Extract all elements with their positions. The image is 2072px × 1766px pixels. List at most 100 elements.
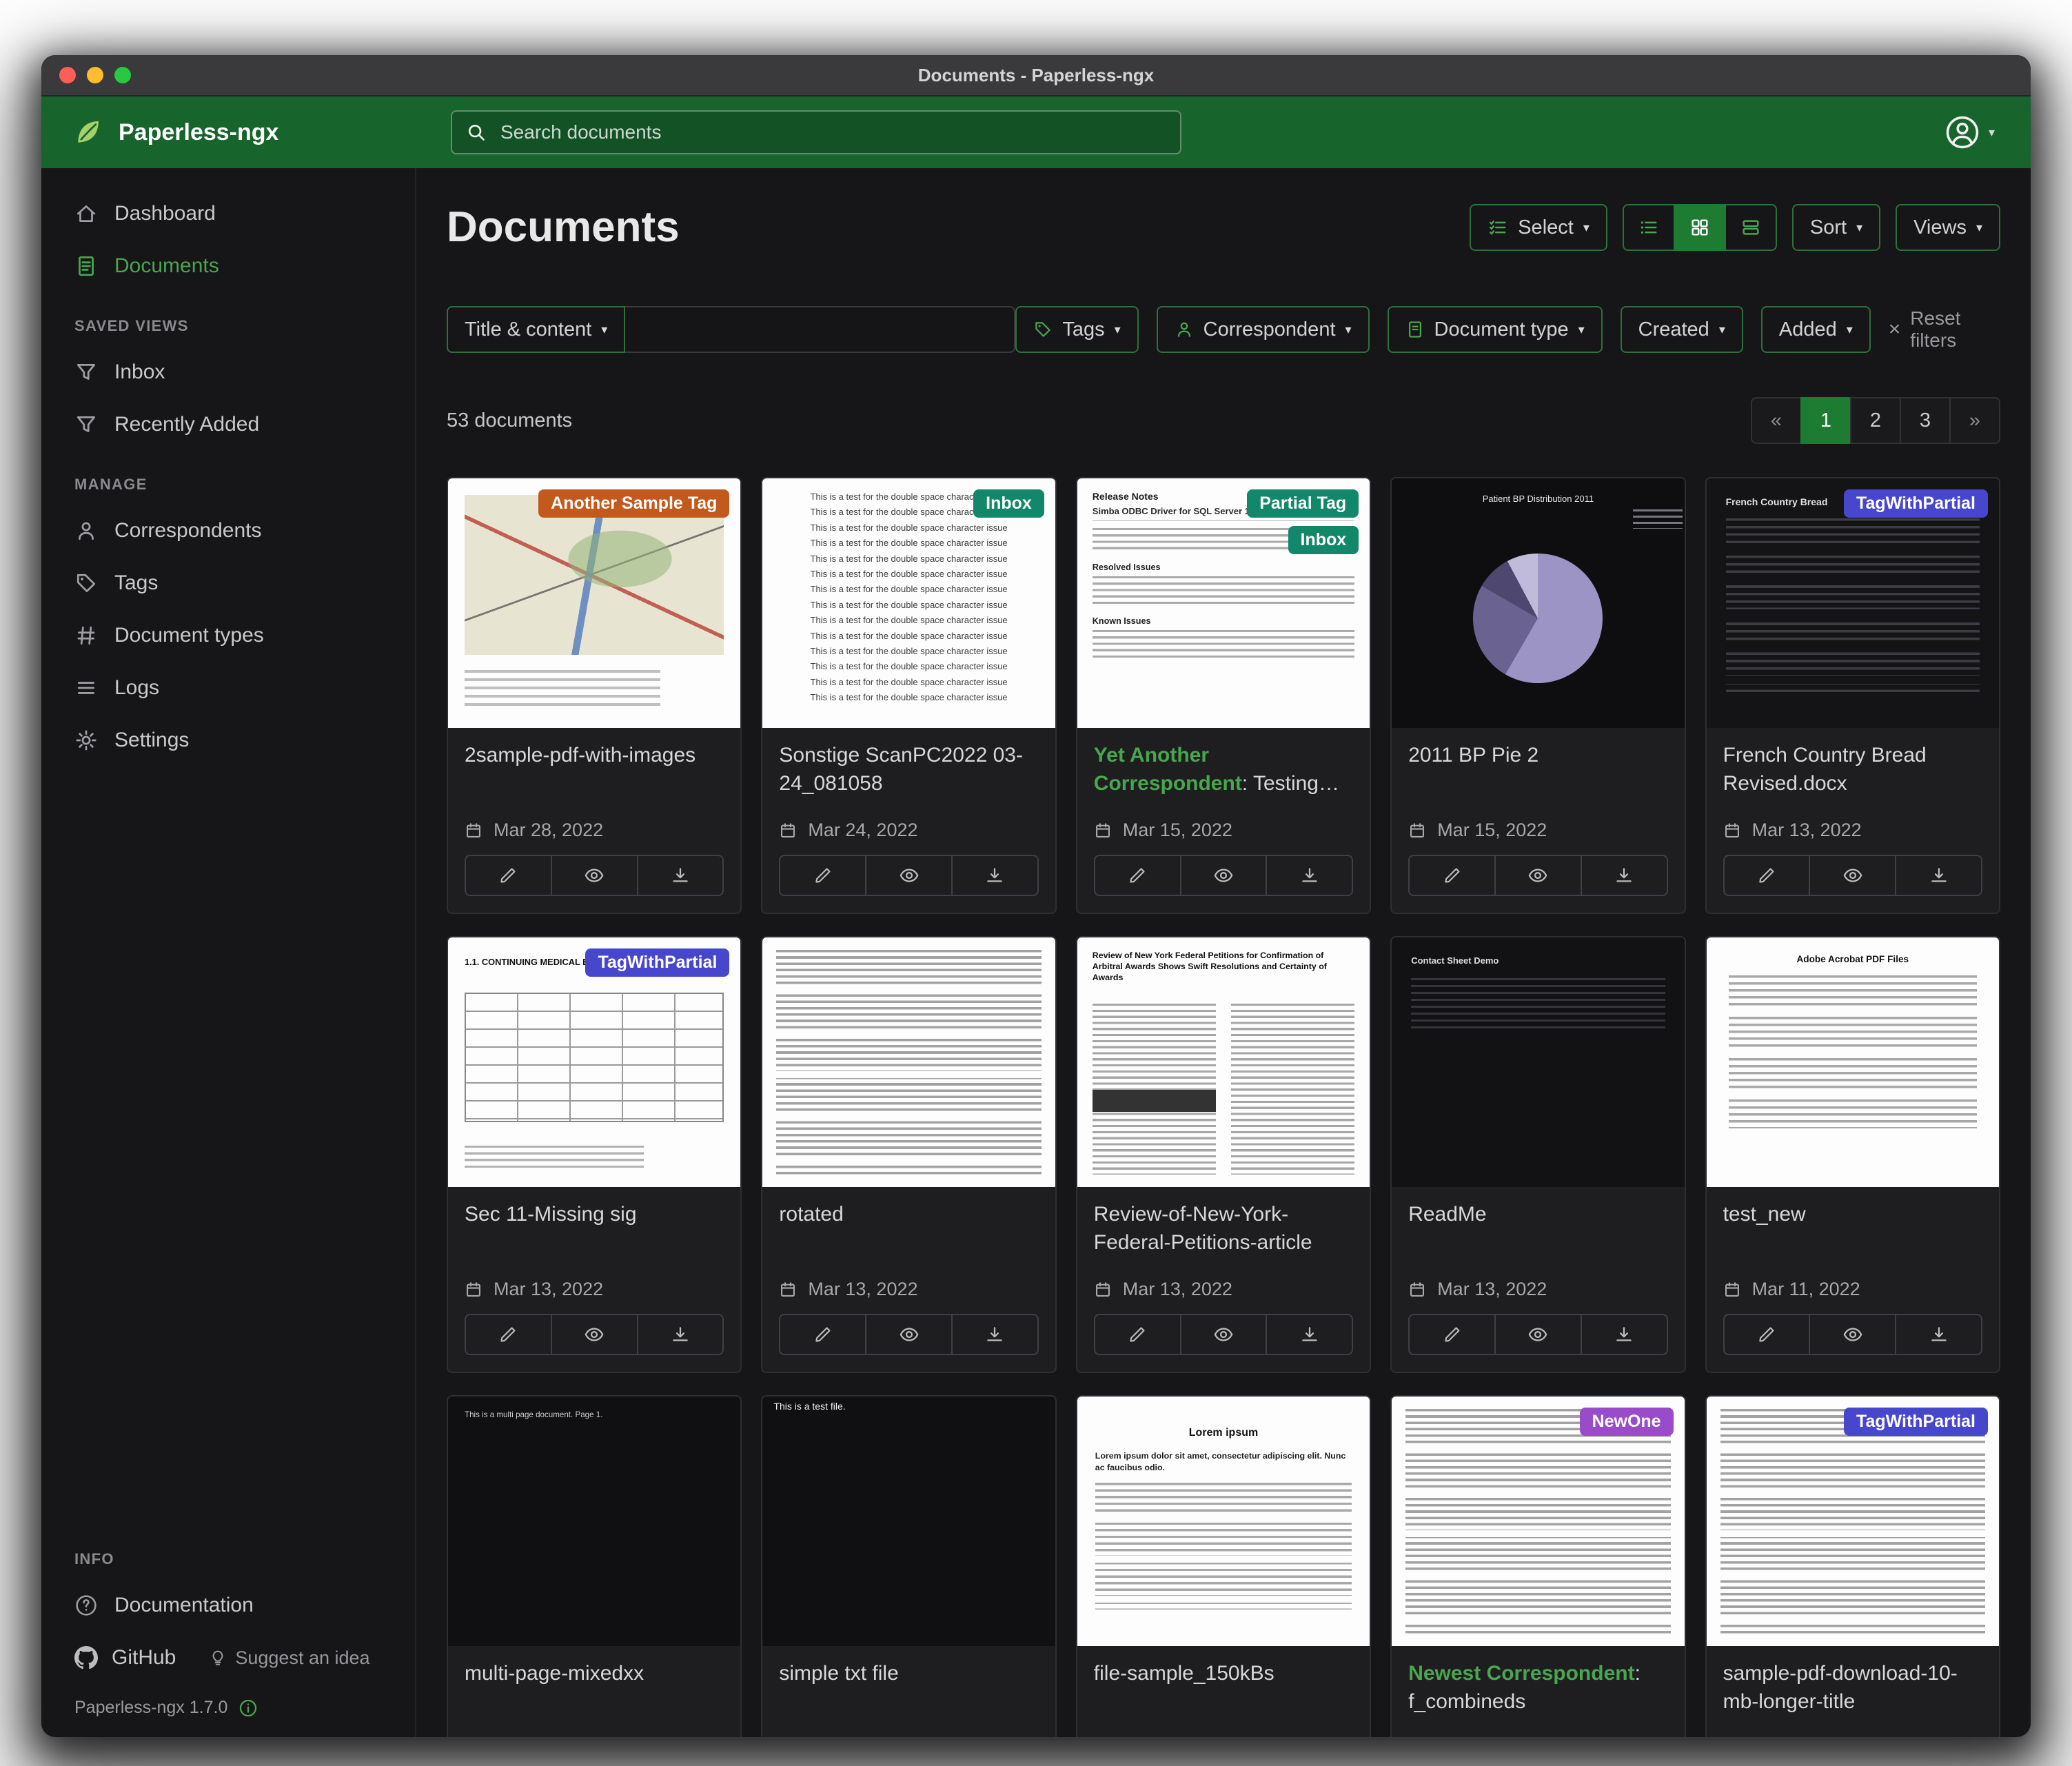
download-button[interactable] [1581, 855, 1668, 896]
document-title[interactable]: Sec 11-Missing sig [465, 1201, 724, 1229]
tag-badge[interactable]: TagWithPartial [1844, 489, 1988, 518]
download-button[interactable] [951, 1314, 1039, 1355]
view-button[interactable] [1809, 1314, 1896, 1355]
edit-button[interactable] [779, 855, 866, 896]
title-content-filter-input[interactable] [625, 306, 1015, 353]
document-thumbnail[interactable]: Patient BP Distribution 2011 [1392, 478, 1684, 728]
title-content-filter-button[interactable]: Title & content ▾ [447, 306, 625, 353]
grid-view-button[interactable] [1674, 204, 1726, 251]
edit-button[interactable] [465, 855, 552, 896]
tag-badge[interactable]: Partial Tag [1247, 489, 1359, 518]
tags-filter-button[interactable]: Tags ▾ [1015, 306, 1138, 353]
pagination-next-button[interactable]: » [1949, 397, 2000, 444]
sidebar-item-settings[interactable]: Settings [41, 714, 415, 767]
download-button[interactable] [1581, 1314, 1668, 1355]
tag-badge[interactable]: NewOne [1580, 1408, 1674, 1436]
views-button[interactable]: Views ▾ [1896, 204, 2000, 251]
select-button[interactable]: Select ▾ [1470, 204, 1607, 251]
sidebar-item-correspondents[interactable]: Correspondents [41, 505, 415, 557]
document-thumbnail[interactable]: This is a test file. [762, 1397, 1055, 1646]
added-filter-button[interactable]: Added ▾ [1761, 306, 1871, 353]
info-circle-icon[interactable] [238, 1698, 258, 1718]
edit-button[interactable] [1094, 1314, 1181, 1355]
document-title[interactable]: Sonstige ScanPC2022 03-24_081058 [779, 742, 1038, 798]
zoom-window-button[interactable] [114, 67, 131, 83]
sort-button[interactable]: Sort ▾ [1792, 204, 1880, 251]
download-button[interactable] [1895, 1314, 1982, 1355]
tag-badge[interactable]: TagWithPartial [1844, 1408, 1988, 1436]
sidebar-item-inbox[interactable]: Inbox [41, 346, 415, 398]
document-thumbnail[interactable] [762, 937, 1055, 1187]
sidebar-item-document-types[interactable]: Document types [41, 609, 415, 662]
pagination-page-3[interactable]: 3 [1900, 397, 1951, 444]
document-thumbnail[interactable]: Adobe Acrobat PDF Files [1707, 937, 1999, 1187]
document-thumbnail[interactable]: Review of New York Federal Petitions for… [1077, 937, 1370, 1187]
sidebar-item-tags[interactable]: Tags [41, 557, 415, 609]
document-title[interactable]: Review-of-New-York-Federal-Petitions-art… [1094, 1201, 1353, 1257]
document-title[interactable]: multi-page-mixedxx [465, 1660, 724, 1688]
document-thumbnail[interactable]: TagWithPartial [1707, 1397, 1999, 1646]
pagination-page-1[interactable]: 1 [1800, 397, 1851, 444]
view-button[interactable] [1494, 855, 1582, 896]
view-button[interactable] [1180, 1314, 1268, 1355]
view-button[interactable] [551, 1314, 638, 1355]
document-thumbnail[interactable]: Partial TagInbox Release Notes Simba ODB… [1077, 478, 1370, 728]
download-button[interactable] [951, 855, 1039, 896]
view-button[interactable] [1180, 855, 1268, 896]
list-view-button[interactable] [1623, 204, 1675, 251]
edit-button[interactable] [1723, 855, 1811, 896]
edit-button[interactable] [1408, 1314, 1496, 1355]
view-button[interactable] [1809, 855, 1896, 896]
created-filter-button[interactable]: Created ▾ [1621, 306, 1743, 353]
document-thumbnail[interactable]: This is a multi page document. Page 1. [448, 1397, 740, 1646]
document-title[interactable]: Newest Correspondent: f_combineds [1408, 1660, 1667, 1716]
tag-badge[interactable]: Inbox [973, 489, 1044, 518]
download-button[interactable] [1895, 855, 1982, 896]
download-button[interactable] [637, 855, 724, 896]
brand[interactable]: Paperless-ngx [41, 116, 416, 149]
document-type-filter-button[interactable]: Document type ▾ [1388, 306, 1603, 353]
view-button[interactable] [865, 1314, 953, 1355]
document-title[interactable]: sample-pdf-download-10-mb-longer-title [1723, 1660, 1982, 1716]
document-thumbnail[interactable]: Lorem ipsum Lorem ipsum dolor sit amet, … [1077, 1397, 1370, 1646]
document-title[interactable]: Yet Another Correspondent: Testing Email [1094, 742, 1353, 798]
suggest-idea-link[interactable]: Suggest an idea [209, 1647, 369, 1669]
document-title[interactable]: 2011 BP Pie 2 [1408, 742, 1667, 770]
close-window-button[interactable] [59, 67, 76, 83]
sidebar-item-documents[interactable]: Documents [41, 240, 415, 292]
user-menu[interactable]: ▾ [1944, 114, 2031, 150]
edit-button[interactable] [1723, 1314, 1811, 1355]
document-correspondent[interactable]: Yet Another Correspondent [1094, 744, 1242, 795]
document-thumbnail[interactable]: NewOne [1392, 1397, 1684, 1646]
large-cards-view-button[interactable] [1725, 204, 1777, 251]
edit-button[interactable] [779, 1314, 866, 1355]
document-title[interactable]: ReadMe [1408, 1201, 1667, 1229]
view-button[interactable] [551, 855, 638, 896]
sidebar-item-dashboard[interactable]: Dashboard [41, 187, 415, 240]
sidebar-item-logs[interactable]: Logs [41, 662, 415, 714]
document-thumbnail[interactable]: TagWithPartial 1.1. CONTINUING MEDICAL E… [448, 937, 740, 1187]
view-button[interactable] [1494, 1314, 1582, 1355]
document-title[interactable]: French Country Bread Revised.docx [1723, 742, 1982, 798]
download-button[interactable] [637, 1314, 724, 1355]
tag-badge[interactable]: Another Sample Tag [538, 489, 729, 518]
pagination-prev-button[interactable]: « [1751, 397, 1802, 444]
sidebar-item-recently-added[interactable]: Recently Added [41, 398, 415, 451]
document-title[interactable]: 2sample-pdf-with-images [465, 742, 724, 770]
document-title[interactable]: simple txt file [779, 1660, 1038, 1688]
download-button[interactable] [1266, 1314, 1353, 1355]
pagination-page-2[interactable]: 2 [1850, 397, 1901, 444]
document-thumbnail[interactable]: Another Sample Tag [448, 478, 740, 728]
download-button[interactable] [1266, 855, 1353, 896]
minimize-window-button[interactable] [87, 67, 103, 83]
tag-badge[interactable]: Inbox [1288, 526, 1359, 554]
document-thumbnail[interactable]: Inbox This is a test for the double spac… [762, 478, 1055, 728]
view-button[interactable] [865, 855, 953, 896]
reset-filters-button[interactable]: × Reset filters [1889, 307, 2000, 352]
document-correspondent[interactable]: Newest Correspondent [1408, 1662, 1634, 1685]
document-title[interactable]: file-sample_150kBs [1094, 1660, 1353, 1688]
sidebar-item-github[interactable]: GitHub [74, 1646, 176, 1669]
edit-button[interactable] [465, 1314, 552, 1355]
sidebar-item-documentation[interactable]: Documentation [41, 1579, 415, 1632]
correspondent-filter-button[interactable]: Correspondent ▾ [1157, 306, 1370, 353]
